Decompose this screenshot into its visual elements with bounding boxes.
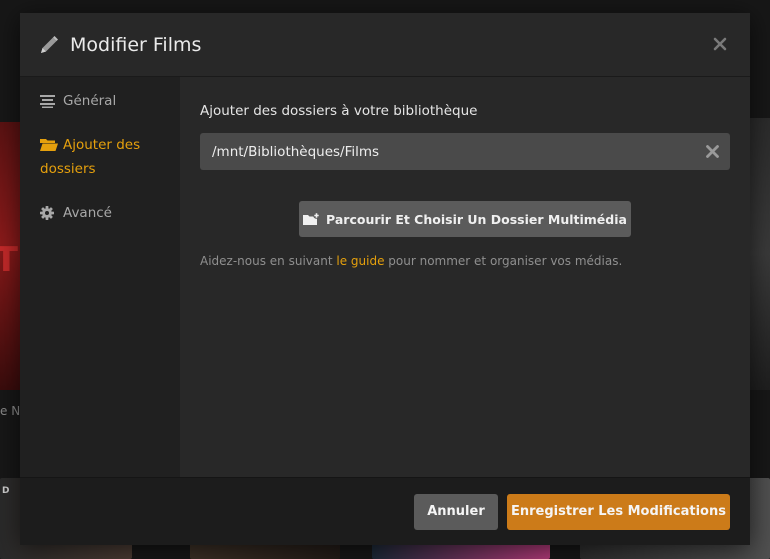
pencil-icon [38,34,60,56]
dialog-body: Général Ajouter des dossiers Avancé Ajou… [20,77,750,477]
background-poster-letters: ET [0,240,18,280]
dialog-title: Modifier Films [70,33,202,56]
close-icon [705,144,719,158]
guide-link[interactable]: le guide [336,254,384,268]
dialog-footer: Annuler Enregistrer Les Modifications [20,477,750,545]
folder-path-field [200,133,730,170]
help-text: Aidez-nous en suivant le guide pour nomm… [200,254,622,268]
cancel-button[interactable]: Annuler [414,493,498,530]
background-poster-right [750,118,770,390]
folder-open-icon [40,138,58,152]
folder-path-input[interactable] [200,133,730,170]
sidebar-item-advanced[interactable]: Avancé [20,201,180,225]
sidebar-item-label: Avancé [63,205,112,221]
help-text-suffix: pour nommer et organiser vos médias. [384,254,623,268]
dialog-header: Modifier Films [20,13,750,77]
sidebar-item-label: Ajouter des dossiers [40,133,160,181]
help-text-prefix: Aidez-nous en suivant [200,254,337,268]
list-icon [40,89,56,113]
section-label: Ajouter des dossiers à votre bibliothèqu… [200,103,478,119]
background-thumbnail-label: D [2,486,10,496]
sidebar-item-label: Général [63,93,117,109]
browse-folder-button[interactable]: Parcourir Et Choisir Un Dossier Multiméd… [299,201,631,237]
edit-library-dialog: Modifier Films Général Ajouter des dossi… [20,13,750,545]
add-folders-panel: Ajouter des dossiers à votre bibliothèqu… [180,77,750,477]
close-icon [713,37,727,51]
close-button[interactable] [710,34,730,54]
browse-folder-button-label: Parcourir Et Choisir Un Dossier Multiméd… [326,211,627,227]
sidebar-item-add-folders[interactable]: Ajouter des dossiers [20,133,180,181]
remove-folder-button[interactable] [704,143,720,159]
background-poster-left: ET [0,122,20,390]
gear-icon [40,201,56,225]
save-changes-button[interactable]: Enregistrer Les Modifications [507,493,730,530]
folder-plus-icon [303,212,320,226]
settings-sidebar: Général Ajouter des dossiers Avancé [20,77,180,477]
sidebar-item-general[interactable]: Général [20,89,180,113]
